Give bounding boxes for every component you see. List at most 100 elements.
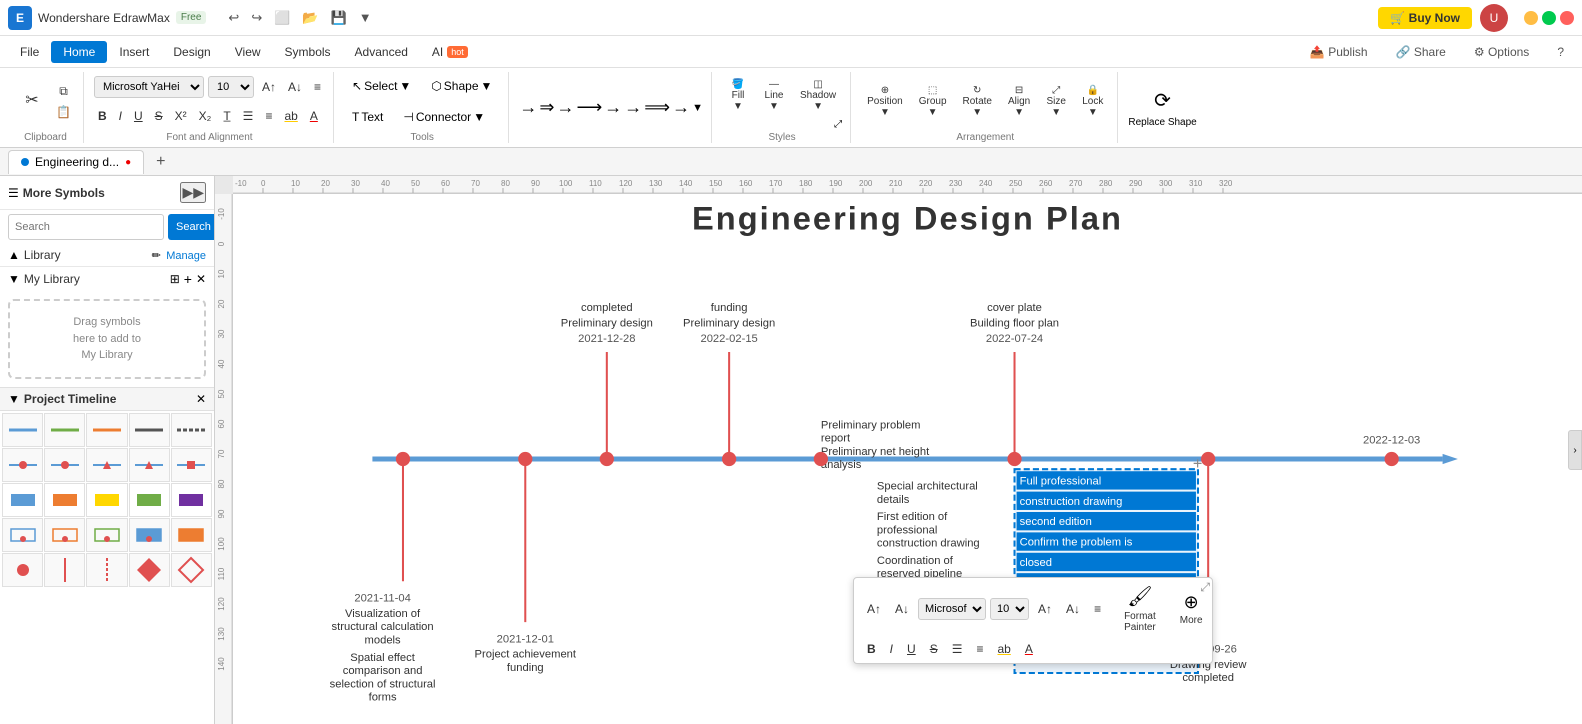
subscript-button[interactable]: X₂ [195, 107, 216, 125]
menu-ai[interactable]: AI hot [420, 41, 480, 63]
symbol-item[interactable] [86, 518, 127, 552]
float-align-btn[interactable]: ≡ [1089, 599, 1106, 619]
float-decrease-btn[interactable]: A↓ [1061, 599, 1085, 619]
more-actions-button[interactable]: ▼ [353, 8, 378, 27]
search-input[interactable] [8, 214, 164, 240]
symbol-item[interactable] [2, 553, 43, 587]
rotate-button[interactable]: ↻ Rotate ▼ [957, 81, 998, 122]
diagram-paper[interactable]: Engineering Design Plan 2021-11-04 Visua… [233, 194, 1582, 724]
project-timeline-header[interactable]: ▼ Project Timeline ✕ [0, 387, 214, 411]
publish-button[interactable]: 📤 Publish [1300, 41, 1378, 63]
tab-add-button[interactable]: + [148, 153, 173, 171]
options-button[interactable]: ⚙ Options [1464, 41, 1539, 63]
float-font-size[interactable]: 10 [990, 598, 1029, 620]
float-bold-button[interactable]: B [862, 639, 881, 659]
menu-file[interactable]: File [8, 41, 51, 63]
font-size-select[interactable]: 10 [208, 76, 254, 98]
panel-toggle-button[interactable]: ▶▶ [180, 182, 206, 203]
float-strikethrough-button[interactable]: S [925, 639, 943, 659]
symbol-item[interactable] [86, 553, 127, 587]
right-collapse-button[interactable]: › [1568, 430, 1582, 470]
tab-engineering[interactable]: Engineering d... ● [8, 150, 144, 174]
symbol-item[interactable] [2, 413, 43, 447]
menu-insert[interactable]: Insert [107, 41, 161, 63]
search-button[interactable]: Search [168, 214, 215, 240]
float-list-button[interactable]: ☰ [947, 639, 968, 659]
text-color-button[interactable]: A [306, 107, 322, 125]
arrow-6[interactable]: → [624, 97, 642, 118]
fill-button[interactable]: 🪣 Fill ▼ [722, 75, 754, 116]
manage-link[interactable]: ✏ Manage [152, 248, 206, 262]
float-text-color-button[interactable]: A [1020, 639, 1038, 659]
symbol-item[interactable] [171, 448, 212, 482]
clear-format-button[interactable]: T̲ [219, 107, 234, 125]
symbol-item[interactable] [171, 553, 212, 587]
arrow-more-button[interactable]: ▼ [692, 102, 703, 114]
symbol-item[interactable] [2, 448, 43, 482]
open-button[interactable]: 📂 [296, 8, 324, 28]
menu-advanced[interactable]: Advanced [343, 41, 420, 63]
arrow-7[interactable]: ⟹ [644, 97, 670, 118]
close-button[interactable] [1560, 11, 1574, 25]
arrow-8[interactable]: → [672, 97, 690, 118]
symbol-item[interactable] [171, 518, 212, 552]
menu-design[interactable]: Design [161, 41, 222, 63]
select-tool-button[interactable]: ↖ Select ▼ [344, 76, 419, 96]
redo-button[interactable]: ↪ [245, 8, 268, 28]
highlight-button[interactable]: ab [280, 107, 301, 125]
undo-button[interactable]: ↩ [222, 8, 245, 28]
bullets-button[interactable]: ≡ [261, 107, 276, 125]
section-close-button[interactable]: ✕ [196, 392, 206, 406]
size-button[interactable]: ⤢ Size ▼ [1040, 81, 1072, 122]
strikethrough-button[interactable]: S [151, 107, 167, 125]
my-library-add-button[interactable]: + [184, 271, 192, 287]
maximize-button[interactable] [1542, 11, 1556, 25]
symbol-item[interactable] [2, 483, 43, 517]
copy-button[interactable]: ⧉ [52, 82, 75, 101]
float-italic-button[interactable]: I [885, 639, 898, 659]
my-library-grid-button[interactable]: ⊞ [170, 272, 180, 286]
cut-button[interactable]: ✂ [16, 86, 48, 116]
symbol-item[interactable] [129, 413, 170, 447]
italic-button[interactable]: I [115, 107, 126, 125]
align-button[interactable]: ≡ [310, 78, 325, 96]
more-button[interactable]: ⊕ [1184, 592, 1199, 613]
arrow-5[interactable]: → [604, 97, 622, 118]
shadow-button[interactable]: ◫ Shadow ▼ [794, 75, 842, 116]
symbol-item[interactable] [129, 518, 170, 552]
symbol-item[interactable] [129, 448, 170, 482]
symbol-item[interactable] [171, 483, 212, 517]
symbol-item[interactable] [86, 483, 127, 517]
float-expand-button[interactable]: ⤢ [1200, 580, 1210, 595]
underline-button[interactable]: U [130, 107, 147, 125]
buy-now-button[interactable]: 🛒 🛒 Buy Now Buy Now [1378, 7, 1472, 29]
symbol-item[interactable] [171, 413, 212, 447]
float-bullets-button[interactable]: ≡ [971, 639, 988, 659]
replace-shape-label[interactable]: Replace Shape [1128, 117, 1196, 128]
symbol-item[interactable] [44, 553, 85, 587]
symbol-item[interactable] [86, 448, 127, 482]
float-highlight-button[interactable]: ab [992, 639, 1015, 659]
float-font-size-up[interactable]: A↑ [862, 599, 886, 619]
symbol-item[interactable] [86, 413, 127, 447]
arrow-1[interactable]: → [519, 97, 537, 118]
symbol-item[interactable] [44, 483, 85, 517]
menu-home[interactable]: Home [51, 41, 107, 63]
font-decrease-button[interactable]: A↓ [284, 78, 306, 96]
arrow-3[interactable]: → [556, 97, 574, 118]
symbol-item[interactable] [129, 483, 170, 517]
bold-button[interactable]: B [94, 107, 111, 125]
arrow-4[interactable]: ⟶ [576, 97, 602, 118]
group-button[interactable]: ⬚ Group ▼ [913, 81, 953, 122]
new-button[interactable]: ⬜ [268, 8, 296, 28]
menu-view[interactable]: View [223, 41, 273, 63]
user-avatar[interactable]: U [1480, 4, 1508, 32]
line-button[interactable]: — Line ▼ [758, 75, 790, 116]
symbol-item[interactable] [2, 518, 43, 552]
float-underline-button[interactable]: U [902, 639, 921, 659]
position-button[interactable]: ⊕ Position ▼ [861, 81, 909, 122]
text-tool-button[interactable]: T Text [344, 107, 391, 127]
float-increase-btn[interactable]: A↑ [1033, 599, 1057, 619]
symbol-item[interactable] [129, 553, 170, 587]
symbol-item[interactable] [44, 448, 85, 482]
